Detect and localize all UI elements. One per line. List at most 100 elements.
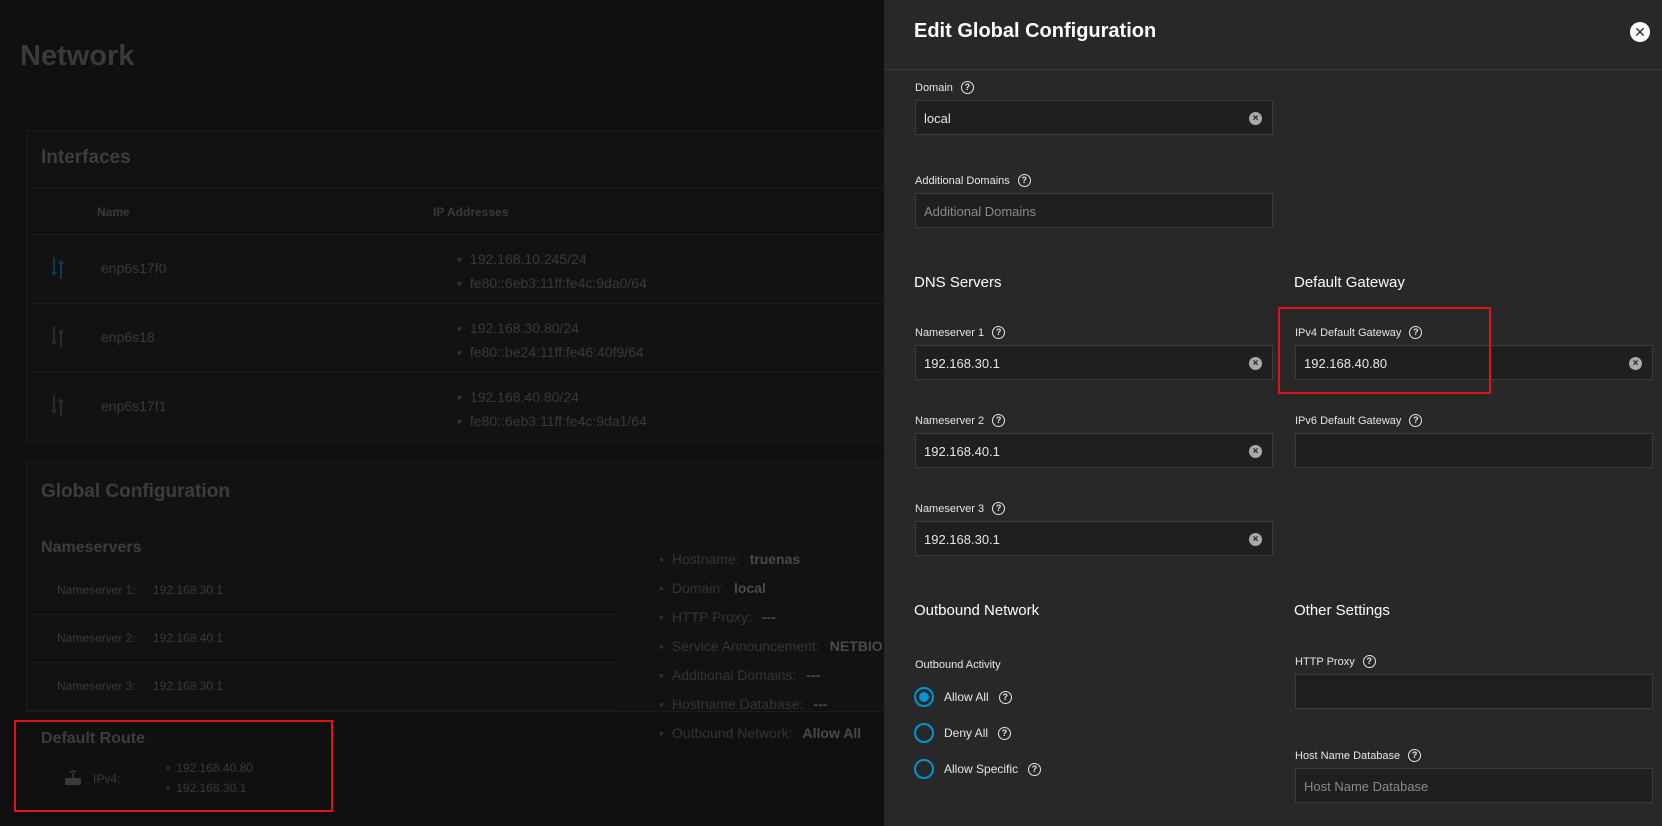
default-route-list: 192.168.40.80 192.168.30.1 xyxy=(166,758,253,798)
interface-name: enp6s17f1 xyxy=(101,398,167,414)
help-icon[interactable]: ? xyxy=(1362,655,1376,668)
network-interface-icon xyxy=(51,395,64,417)
nameserver-value: 192.168.30.1 xyxy=(153,583,224,597)
radio-allow-all[interactable]: Allow All ? xyxy=(914,687,1012,707)
info-item: Domain:local xyxy=(659,574,883,603)
info-item: HTTP Proxy:--- xyxy=(659,603,883,632)
router-icon xyxy=(65,770,81,785)
radio-allow-specific[interactable]: Allow Specific ? xyxy=(914,759,1042,779)
radio-deny-all[interactable]: Deny All ? xyxy=(914,723,1012,743)
global-configuration-card: Global Configuration Nameservers Nameser… xyxy=(26,462,884,741)
additional-domains-label: Additional Domains? xyxy=(915,174,1031,187)
http-proxy-input[interactable] xyxy=(1295,674,1653,709)
ip-address-list: 192.168.30.80/24 fe80::be24:11ff:fe46:40… xyxy=(457,316,644,364)
ip-address: 192.168.40.80/24 xyxy=(457,385,647,409)
radio-button[interactable] xyxy=(914,687,934,707)
nameserver1-input[interactable]: 192.168.30.1 × xyxy=(915,345,1273,380)
dns-servers-title: DNS Servers xyxy=(914,274,1002,291)
nameserver-label: Nameserver 3: xyxy=(57,679,136,693)
interface-name: enp6s17f0 xyxy=(101,260,167,276)
ipv6-gateway-input[interactable] xyxy=(1295,433,1653,468)
close-icon[interactable]: ✕ xyxy=(1630,22,1650,42)
nameserver-value: 192.168.40.1 xyxy=(153,631,224,645)
drawer-title: Edit Global Configuration xyxy=(914,20,1157,42)
host-name-database-input[interactable]: Host Name Database xyxy=(1295,768,1653,803)
outbound-network-title: Outbound Network xyxy=(914,602,1040,619)
nameserver-row: Nameserver 1: 192.168.30.1 xyxy=(27,567,617,615)
info-item: Hostname:truenas xyxy=(659,545,883,574)
radio-button[interactable] xyxy=(914,759,934,779)
ip-address-list: 192.168.10.245/24 fe80::6eb3:11ff:fe4c:9… xyxy=(457,247,647,295)
ip-address-list: 192.168.40.80/24 fe80::6eb3:11ff:fe4c:9d… xyxy=(457,385,647,433)
nameserver-row: Nameserver 2: 192.168.40.1 xyxy=(27,615,617,663)
ipv4-gateway-label: IPv4 Default Gateway? xyxy=(1295,326,1423,339)
ip-address: fe80::6eb3:11ff:fe4c:9da0/64 xyxy=(457,271,647,295)
interfaces-card: Interfaces Name IP Addresses enp6s17f0 1… xyxy=(26,130,884,442)
table-row[interactable]: enp6s17f1 192.168.40.80/24 fe80::6eb3:11… xyxy=(27,373,884,442)
ipv6-gateway-label: IPv6 Default Gateway? xyxy=(1295,414,1423,427)
nameserver2-input[interactable]: 192.168.40.1 × xyxy=(915,433,1273,468)
clear-icon[interactable]: × xyxy=(1249,445,1262,458)
help-icon[interactable]: ? xyxy=(1408,749,1422,762)
global-info-list: Hostname:truenas Domain:local HTTP Proxy… xyxy=(659,545,883,748)
help-icon[interactable]: ? xyxy=(998,690,1012,704)
nameserver-row: Nameserver 3: 192.168.30.1 xyxy=(27,663,617,711)
info-item: Outbound Network:Allow All xyxy=(659,719,883,748)
help-icon[interactable]: ? xyxy=(1409,326,1423,339)
clear-icon[interactable]: × xyxy=(1629,357,1642,370)
interfaces-table-header: Name IP Addresses xyxy=(27,188,884,235)
additional-domains-input[interactable]: Additional Domains xyxy=(915,193,1273,228)
network-interface-icon xyxy=(51,257,64,279)
radio-button[interactable] xyxy=(914,723,934,743)
global-configuration-title: Global Configuration xyxy=(41,481,230,502)
clear-icon[interactable]: × xyxy=(1249,357,1262,370)
other-settings-title: Other Settings xyxy=(1294,602,1390,619)
help-icon[interactable]: ? xyxy=(992,414,1006,427)
edit-global-configuration-drawer: Edit Global Configuration ✕ Domain? loca… xyxy=(884,0,1662,826)
help-icon[interactable]: ? xyxy=(998,726,1012,740)
network-interface-icon xyxy=(51,326,64,348)
nameserver3-input[interactable]: 192.168.30.1 × xyxy=(915,521,1273,556)
domain-input[interactable]: local × xyxy=(915,100,1273,135)
help-icon[interactable]: ? xyxy=(992,326,1006,339)
default-route-title: Default Route xyxy=(41,730,145,747)
route-value: 192.168.30.1 xyxy=(166,778,253,798)
host-name-database-label: Host Name Database? xyxy=(1295,749,1422,762)
nameserver2-label: Nameserver 2? xyxy=(915,414,1006,427)
help-icon[interactable]: ? xyxy=(992,502,1006,515)
nameserver3-label: Nameserver 3? xyxy=(915,502,1006,515)
ipv4-label: IPv4: xyxy=(93,772,121,786)
info-item: Hostname Database:--- xyxy=(659,690,883,719)
nameserver1-label: Nameserver 1? xyxy=(915,326,1006,339)
clear-icon[interactable]: × xyxy=(1249,533,1262,546)
ip-address: 192.168.10.245/24 xyxy=(457,247,647,271)
help-icon[interactable]: ? xyxy=(1409,414,1423,427)
help-icon[interactable]: ? xyxy=(960,81,974,94)
ip-address: 192.168.30.80/24 xyxy=(457,316,644,340)
info-item: Service Announcement:NETBIO xyxy=(659,632,883,661)
ip-address: fe80::be24:11ff:fe46:40f9/64 xyxy=(457,340,644,364)
outbound-activity-label: Outbound Activity xyxy=(915,659,1001,671)
nameserver-label: Nameserver 1: xyxy=(57,583,136,597)
default-gateway-title: Default Gateway xyxy=(1294,274,1405,291)
table-row[interactable]: enp6s17f0 192.168.10.245/24 fe80::6eb3:1… xyxy=(27,235,884,304)
default-route-section: Default Route IPv4: 192.168.40.80 192.16… xyxy=(14,720,333,812)
table-row[interactable]: enp6s18 192.168.30.80/24 fe80::be24:11ff… xyxy=(27,304,884,373)
column-ip-addresses: IP Addresses xyxy=(433,205,509,219)
network-page: Network Interfaces Name IP Addresses enp… xyxy=(0,0,884,826)
clear-icon[interactable]: × xyxy=(1249,112,1262,125)
column-name: Name xyxy=(97,205,130,219)
info-item: Additional Domains:--- xyxy=(659,661,883,690)
http-proxy-label: HTTP Proxy? xyxy=(1295,655,1376,668)
ip-address: fe80::6eb3:11ff:fe4c:9da1/64 xyxy=(457,409,647,433)
interfaces-title: Interfaces xyxy=(41,147,131,168)
drawer-header: Edit Global Configuration ✕ xyxy=(884,0,1662,70)
interface-name: enp6s18 xyxy=(101,329,155,345)
help-icon[interactable]: ? xyxy=(1028,762,1042,776)
help-icon[interactable]: ? xyxy=(1017,174,1031,187)
route-value: 192.168.40.80 xyxy=(166,758,253,778)
nameserver-label: Nameserver 2: xyxy=(57,631,136,645)
ipv4-gateway-input[interactable]: 192.168.40.80 × xyxy=(1295,345,1653,380)
nameserver-value: 192.168.30.1 xyxy=(153,679,224,693)
domain-label: Domain? xyxy=(915,81,974,94)
